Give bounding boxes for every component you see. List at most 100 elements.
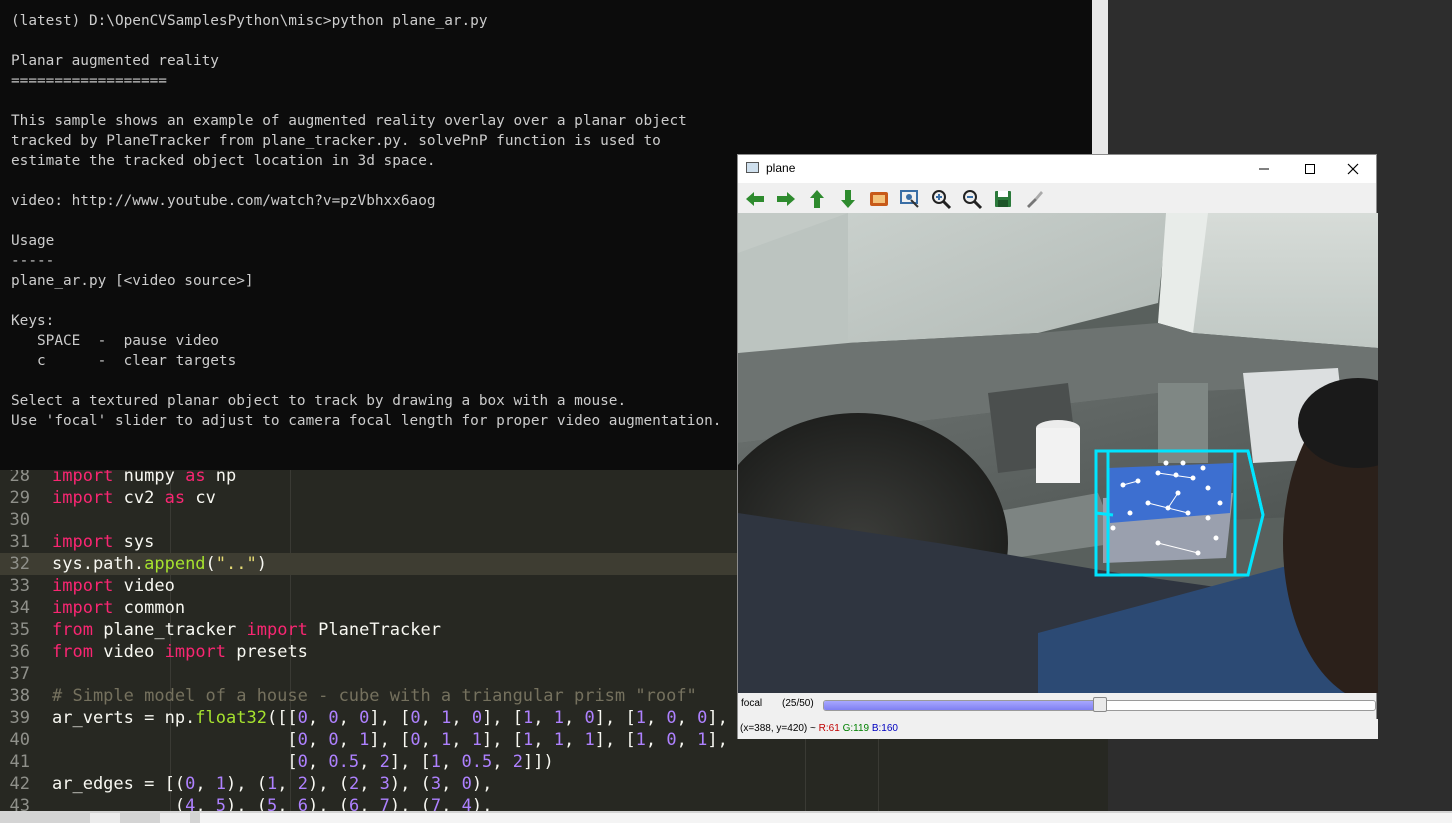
code-token: ( xyxy=(52,796,186,811)
code-token: plane_tracker xyxy=(92,620,247,640)
code-token: 1 xyxy=(267,774,278,794)
code-token: 0 xyxy=(471,708,483,728)
code-text: import video xyxy=(52,575,175,597)
status-segment xyxy=(200,813,1452,823)
code-token: ), ( xyxy=(389,774,431,794)
code-token: , xyxy=(441,752,462,772)
focal-trackbar[interactable]: focal (25/50) xyxy=(738,693,1376,717)
pan-up-button[interactable] xyxy=(805,187,829,211)
line-number: 39 xyxy=(9,708,30,728)
code-token: 0 xyxy=(410,708,421,728)
code-token: 0 xyxy=(328,708,339,728)
focal-label: focal xyxy=(741,698,763,709)
code-token: , xyxy=(563,730,585,750)
code-token: 1 xyxy=(215,774,227,794)
code-token: 2 xyxy=(297,774,308,794)
code-token: ), xyxy=(471,774,493,794)
zoom-image-button[interactable] xyxy=(867,187,891,211)
code-token: ], [ xyxy=(369,708,411,728)
code-token: , xyxy=(492,752,513,772)
code-token: ), xyxy=(471,796,493,811)
code-token: , xyxy=(277,796,298,811)
code-text: from video import presets xyxy=(52,641,308,663)
code-token: , xyxy=(533,730,554,750)
zoom-image-icon xyxy=(870,192,888,206)
code-token: ], [ xyxy=(594,730,636,750)
pixel-status-bar: (x=388, y=420) ~ R:61 G:119 B:160 xyxy=(738,719,1378,739)
title-bar[interactable]: plane xyxy=(738,155,1376,183)
code-token: , xyxy=(195,796,216,811)
code-token: 5 xyxy=(267,796,278,811)
code-token: 1 xyxy=(553,730,564,750)
close-button[interactable] xyxy=(1330,155,1376,183)
code-token: ([[ xyxy=(266,708,298,728)
code-token: ), ( xyxy=(307,796,349,811)
code-token: as xyxy=(164,488,186,508)
code-token: 2 xyxy=(512,752,523,772)
code-token: ) xyxy=(256,554,267,574)
code-token: import xyxy=(52,488,114,508)
code-text: sys.path.append("..") xyxy=(52,553,267,575)
save-button[interactable] xyxy=(991,187,1015,211)
code-token: 4 xyxy=(461,796,472,811)
line-number: 38 xyxy=(9,686,30,706)
zoom-in-icon xyxy=(932,190,952,210)
pan-down-icon xyxy=(841,190,855,208)
code-token: 0 xyxy=(697,708,708,728)
zoom-fit-button[interactable] xyxy=(898,187,922,211)
terminal-scrollbar[interactable] xyxy=(1092,0,1108,160)
code-token: import xyxy=(246,620,308,640)
red-value: R:61 xyxy=(818,723,840,734)
close-icon xyxy=(1347,163,1359,175)
maximize-button[interactable] xyxy=(1287,155,1333,183)
pan-right-button[interactable] xyxy=(774,187,798,211)
zoom-out-button[interactable] xyxy=(960,187,984,211)
code-token: 3 xyxy=(379,774,390,794)
code-token: ar_verts = np. xyxy=(52,708,196,728)
blue-value: B:160 xyxy=(871,723,898,734)
code-token: , xyxy=(195,774,216,794)
terminal-line: (latest) D:\OpenCVSamplesPython\misc>pyt… xyxy=(11,13,488,29)
line-number: 29 xyxy=(9,488,30,508)
maximize-icon xyxy=(1305,164,1315,174)
line-number: 33 xyxy=(9,576,30,596)
code-token: 1 xyxy=(471,730,483,750)
code-line[interactable]: 42 ar_edges = [(0, 1), (1, 2), (2, 3), (3… xyxy=(0,773,1108,795)
video-frame[interactable] xyxy=(738,213,1378,693)
code-token: , xyxy=(359,774,380,794)
line-number: 37 xyxy=(9,664,30,684)
code-token: , xyxy=(645,730,667,750)
plane-window[interactable]: plane focal (25/50) (x=388, y=420) ~ R:6… xyxy=(737,154,1378,739)
code-token: import xyxy=(52,598,114,618)
code-token: 0.5 xyxy=(461,752,493,772)
code-token: , xyxy=(307,752,329,772)
code-token: 4 xyxy=(185,796,196,811)
status-segment xyxy=(90,813,120,823)
code-token: , xyxy=(451,730,472,750)
minimize-button[interactable] xyxy=(1241,155,1287,183)
focal-slider-handle[interactable] xyxy=(1092,697,1107,712)
pan-left-icon xyxy=(746,192,764,206)
code-token: ), ( xyxy=(307,774,349,794)
pan-left-button[interactable] xyxy=(743,187,767,211)
zoom-in-button[interactable] xyxy=(929,187,953,211)
editor-status-bar xyxy=(0,811,1452,823)
code-token: ], xyxy=(707,708,728,728)
line-number: 30 xyxy=(9,510,30,530)
code-token: import xyxy=(164,642,227,662)
code-token: 1 xyxy=(553,708,564,728)
code-line[interactable]: 41 [0, 0.5, 2], [1, 0.5, 2]]) xyxy=(0,751,1108,773)
code-token: PlaneTracker xyxy=(307,620,441,640)
code-token: 1 xyxy=(635,708,646,728)
code-token: from xyxy=(52,642,93,662)
code-line[interactable]: 43 (4, 5), (5, 6), (6, 7), (7, 4), xyxy=(0,795,1108,811)
code-token: # Simple model of a house - cube with a … xyxy=(52,686,697,706)
code-token: , xyxy=(645,708,667,728)
properties-button[interactable] xyxy=(1022,187,1046,211)
code-token: 2 xyxy=(379,752,390,772)
code-token: ], [ xyxy=(389,752,431,772)
code-token: 7 xyxy=(430,796,442,811)
pan-down-button[interactable] xyxy=(836,187,860,211)
code-token: ), ( xyxy=(389,796,431,811)
